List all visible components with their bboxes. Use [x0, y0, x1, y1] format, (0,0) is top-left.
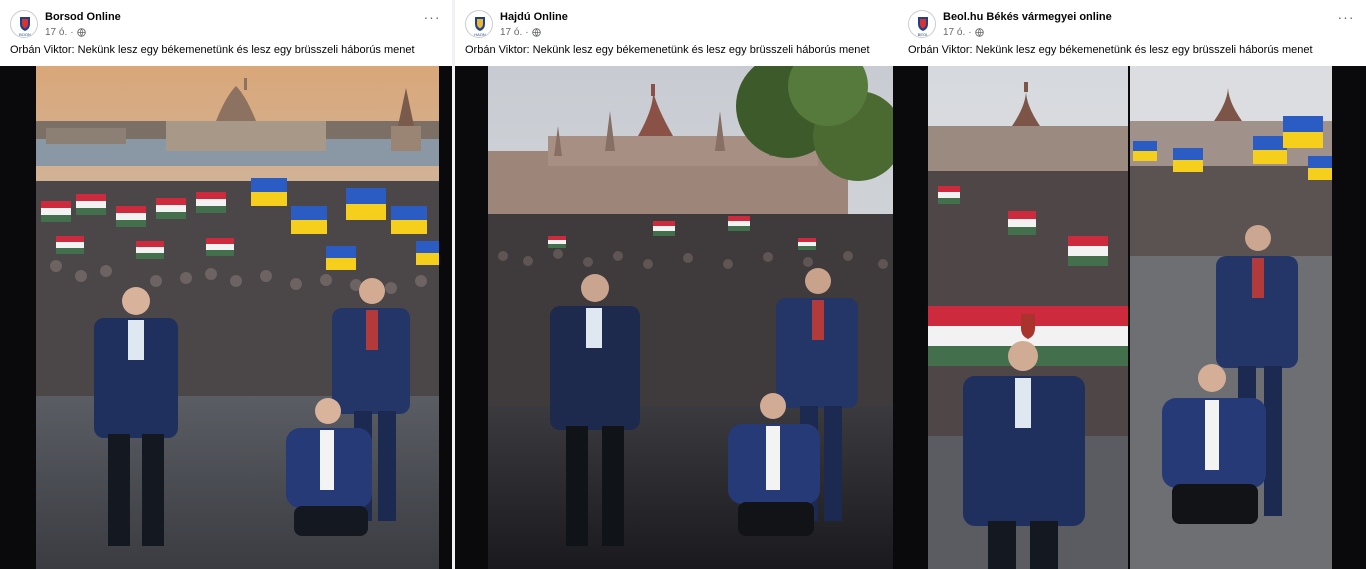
shield-logo-icon: BEOL [918, 17, 929, 37]
page-name[interactable]: Beol.hu Békés vármegyei online [943, 11, 1112, 23]
meta-separator: · [70, 27, 74, 38]
page-avatar[interactable]: HAON [465, 10, 493, 38]
rally-illustration [928, 66, 1332, 569]
post-media[interactable] [0, 66, 452, 569]
post-header: BOON Borsod Online 17 ó. · ··· [10, 10, 442, 42]
post-image[interactable] [488, 66, 893, 569]
post-media[interactable] [455, 66, 899, 569]
meta-separator: · [968, 27, 972, 38]
page-avatar[interactable]: BOON [10, 10, 38, 38]
rally-illustration [36, 66, 439, 569]
page-name[interactable]: Hajdú Online [500, 11, 568, 23]
post-header: BEOL Beol.hu Békés vármegyei online 17 ó… [908, 10, 1356, 42]
globe-icon [531, 28, 541, 37]
post-time[interactable]: 17 ó. [500, 27, 522, 38]
avatar-label: HAON [474, 32, 486, 37]
meta-separator: · [525, 27, 529, 38]
post-time[interactable]: 17 ó. [943, 27, 965, 38]
post-image[interactable] [928, 66, 1332, 569]
post-media[interactable] [898, 66, 1366, 569]
post-meta: 17 ó. · [45, 27, 86, 38]
page-avatar[interactable]: BEOL [908, 10, 936, 38]
post-card: BOON Borsod Online 17 ó. · ··· Orbán Vik… [0, 0, 452, 569]
post-meta: 17 ó. · [500, 27, 541, 38]
post-time[interactable]: 17 ó. [45, 27, 67, 38]
post-text: Orbán Viktor: Nekünk lesz egy békemenetü… [10, 44, 415, 56]
avatar-label: BEOL [918, 32, 929, 37]
page-name[interactable]: Borsod Online [45, 11, 121, 23]
rally-illustration [488, 66, 893, 569]
post-meta: 17 ó. · [943, 27, 984, 38]
globe-icon [974, 28, 984, 37]
post-card: BEOL Beol.hu Békés vármegyei online 17 ó… [898, 0, 1366, 569]
post-card: HAON Hajdú Online 17 ó. · Orbán Viktor: … [455, 0, 899, 569]
shield-logo-icon: HAON [474, 17, 486, 37]
more-options-icon[interactable]: ··· [422, 10, 442, 28]
avatar-label: BOON [19, 32, 31, 37]
post-text: Orbán Viktor: Nekünk lesz egy békemenetü… [908, 44, 1313, 56]
post-image[interactable] [36, 66, 439, 569]
shield-logo-icon: BOON [19, 17, 31, 37]
post-header: HAON Hajdú Online 17 ó. · [465, 10, 889, 42]
more-options-icon[interactable]: ··· [1336, 10, 1356, 28]
globe-icon [76, 28, 86, 37]
post-text: Orbán Viktor: Nekünk lesz egy békemenetü… [465, 44, 870, 56]
